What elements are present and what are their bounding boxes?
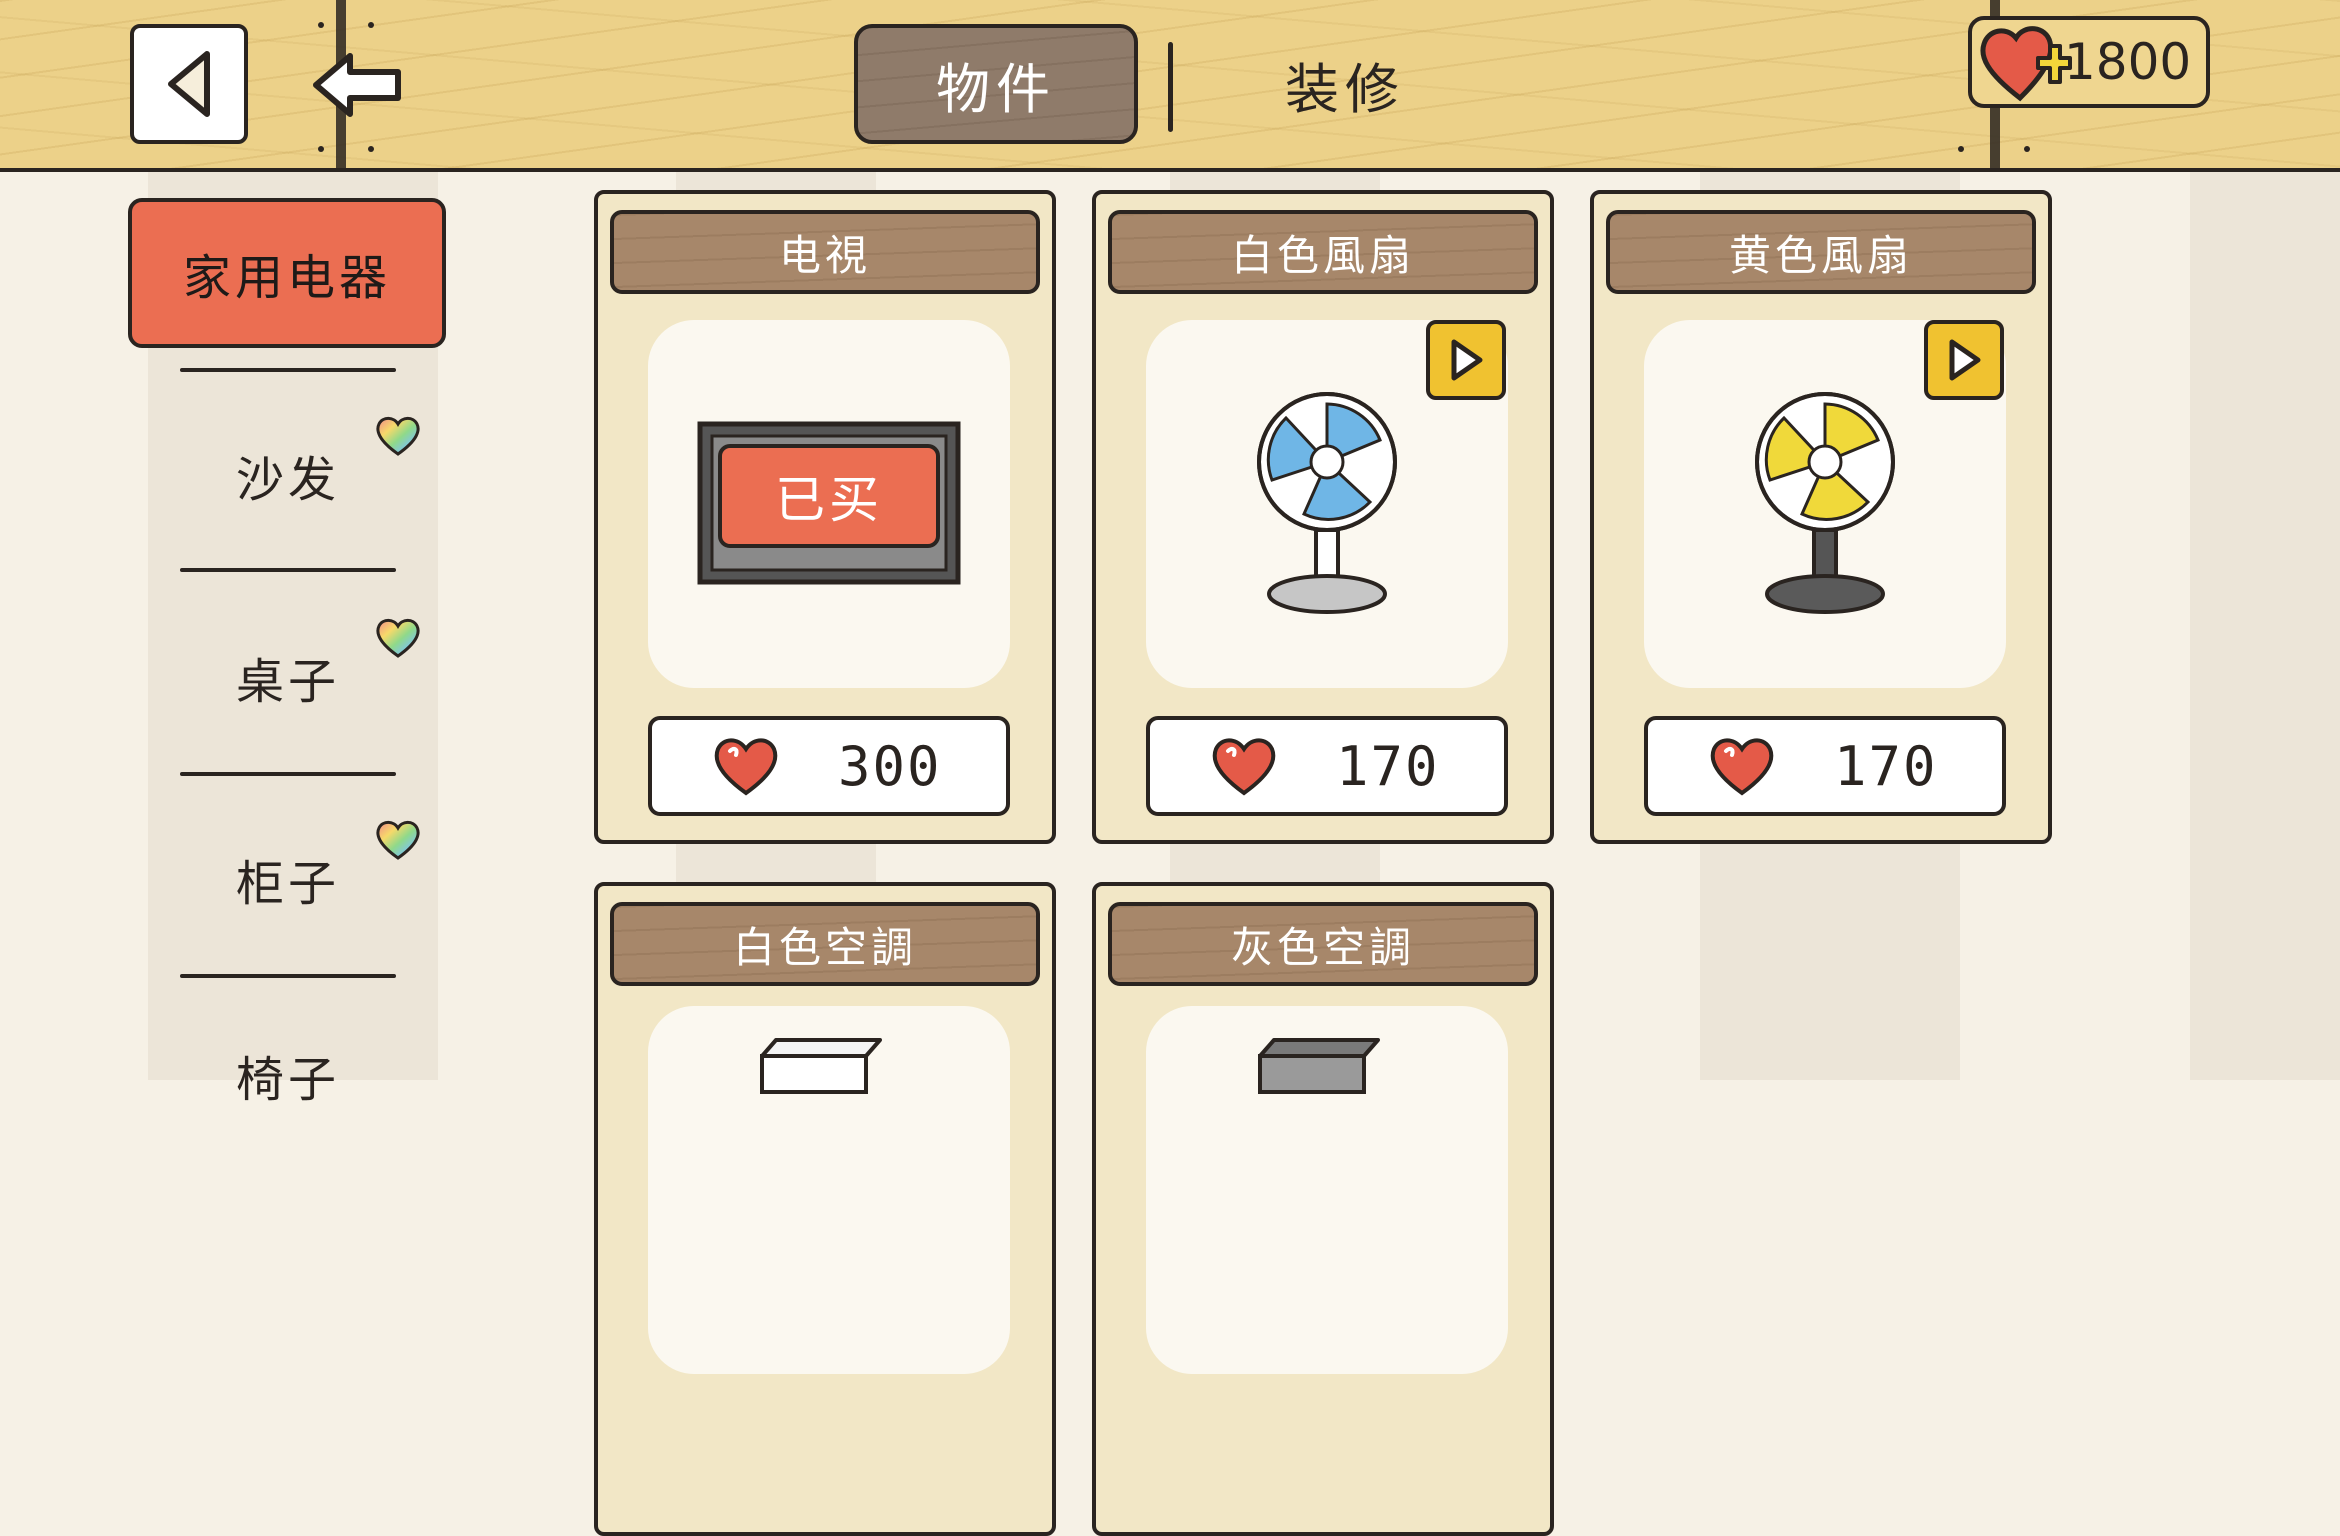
item-image: [1146, 1006, 1508, 1374]
divider: [180, 772, 396, 776]
item-image: 已买: [648, 320, 1010, 688]
play-icon: [1451, 339, 1483, 381]
currency-value: 1800: [2064, 33, 2192, 91]
tab-decorate[interactable]: 装修: [1200, 24, 1490, 144]
tab-items[interactable]: 物件: [854, 24, 1138, 144]
price-value: 300: [838, 734, 942, 798]
bg-stripe: [2190, 170, 2340, 1080]
price-value: 170: [1834, 734, 1938, 798]
item-card-gray-ac[interactable]: 灰色空調: [1092, 882, 1554, 1536]
item-card-tv[interactable]: 电視 已买 300: [594, 190, 1056, 844]
category-appliances[interactable]: 家用电器: [128, 198, 446, 348]
price-tag[interactable]: 300: [648, 716, 1010, 816]
item-title: 灰色空調: [1108, 902, 1538, 986]
item-title: 白色風扇: [1108, 210, 1538, 294]
heart-plus-icon: [1980, 26, 2072, 102]
price-value: 170: [1336, 734, 1440, 798]
nail: [368, 146, 374, 152]
price-tag[interactable]: 170: [1146, 716, 1508, 816]
back-icon: [168, 51, 210, 117]
divider: [180, 368, 396, 372]
category-sofa[interactable]: 沙发: [180, 400, 396, 550]
category-table[interactable]: 桌子: [180, 602, 396, 752]
item-card-white-fan[interactable]: 白色風扇 170: [1092, 190, 1554, 844]
rainbow-heart-icon: [376, 618, 420, 658]
nail: [2024, 146, 2030, 152]
ac-image: [1258, 1038, 1380, 1094]
divider: [180, 974, 396, 978]
category-chair[interactable]: 椅子: [180, 1000, 396, 1150]
nail: [368, 22, 374, 28]
rainbow-heart-icon: [376, 416, 420, 456]
nail: [318, 22, 324, 28]
currency-display[interactable]: 1800: [1968, 16, 2210, 108]
rainbow-heart-icon: [376, 820, 420, 860]
back-button[interactable]: [130, 24, 248, 144]
item-title: 黄色風扇: [1606, 210, 2036, 294]
heart-icon: [714, 738, 778, 796]
tab-divider: [1168, 42, 1173, 132]
play-icon: [1949, 339, 1981, 381]
ac-image: [760, 1038, 882, 1094]
fan-image: [1755, 392, 1895, 614]
item-image: [648, 1006, 1010, 1374]
watch-ad-button[interactable]: [1924, 320, 2004, 400]
watch-ad-button[interactable]: [1426, 320, 1506, 400]
category-cabinet[interactable]: 柜子: [180, 804, 396, 954]
item-title: 电視: [610, 210, 1040, 294]
fan-image: [1257, 392, 1397, 614]
item-card-yellow-fan[interactable]: 黄色風扇 170: [1590, 190, 2052, 844]
owned-badge: 已买: [718, 444, 940, 548]
item-title: 白色空調: [610, 902, 1040, 986]
price-tag[interactable]: 170: [1644, 716, 2006, 816]
nail: [318, 146, 324, 152]
divider: [180, 568, 396, 572]
nail: [1958, 146, 1964, 152]
heart-icon: [1710, 738, 1774, 796]
exit-arrow-icon[interactable]: [312, 52, 404, 118]
heart-icon: [1212, 738, 1276, 796]
item-card-white-ac[interactable]: 白色空調: [594, 882, 1056, 1536]
